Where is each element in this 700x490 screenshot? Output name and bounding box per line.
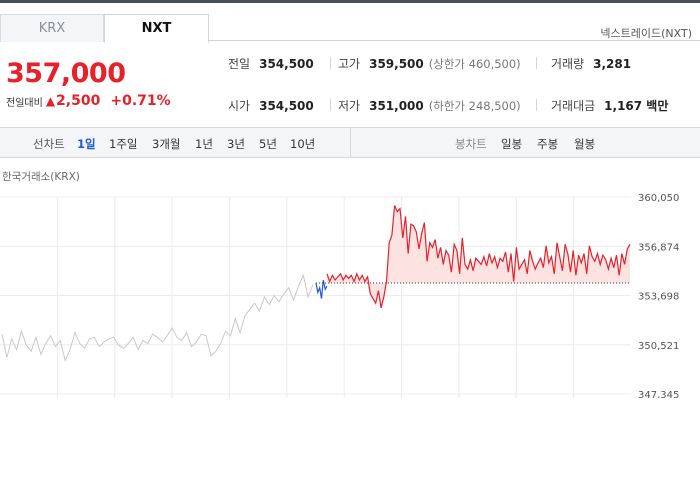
divider [536, 99, 537, 111]
metric-low: 저가 351,000 (하한가 248,500) [338, 97, 521, 114]
metric-label: 저가 [338, 99, 361, 113]
metric-prev-close: 전일 354,500 [228, 55, 314, 72]
y-axis-tick-label: 353,698 [638, 292, 679, 303]
period-1w[interactable]: 1주일 [109, 136, 137, 152]
change-amount: 2,500 [56, 93, 101, 109]
candle-weekly[interactable]: 주봉 [537, 136, 558, 152]
metric-high: 고가 359,500 (상한가 460,500) [338, 55, 521, 72]
divider [350, 128, 351, 157]
intraday-price-chart: 360,050 356,874 353,698 350,521 347,345 [0, 193, 679, 398]
tab-krx[interactable]: KRX [0, 14, 104, 42]
change-label: 전일대비 [6, 97, 43, 109]
metric-label: 전일 [228, 57, 251, 71]
metric-label: 거래량 [551, 57, 585, 71]
y-axis-tick-label: 356,874 [638, 242, 679, 253]
y-axis-tick-label: 350,521 [638, 341, 679, 352]
market-name: 넥스트레이드(NXT) [600, 27, 692, 40]
metric-label: 고가 [338, 57, 361, 71]
metric-amount: 거래대금 1,167 백만 [551, 97, 668, 114]
price-line-krx [1, 273, 314, 363]
metric-volume: 거래량 3,281 [551, 55, 631, 72]
change-percent: +0.71% [110, 93, 171, 109]
divider [330, 99, 331, 111]
lower-limit: (하한가 248,500) [428, 99, 521, 113]
y-axis-tick-label: 360,050 [638, 193, 679, 204]
metric-label: 시가 [228, 99, 251, 113]
metric-value: 354,500 [259, 57, 314, 71]
period-10y[interactable]: 10년 [290, 136, 315, 152]
price-change: 전일대비 ▲ 2,500 +0.71% [6, 93, 171, 109]
line-chart-title: 선차트 [33, 137, 65, 151]
chart-controls-bar: 선차트 1일 1주일 3개월 1년 3년 5년 10년 봉차트 일봉 주봉 월봉 [0, 127, 700, 158]
candle-monthly[interactable]: 월봉 [574, 136, 595, 152]
metric-value: 351,000 [369, 99, 424, 113]
divider [536, 57, 537, 69]
metric-value: 354,500 [259, 99, 314, 113]
candle-daily[interactable]: 일봉 [501, 136, 522, 152]
metric-value: 3,281 [593, 57, 632, 71]
metric-value: 359,500 [369, 57, 424, 71]
candle-chart-title: 봉차트 [455, 137, 487, 151]
tab-nxt[interactable]: NXT [104, 14, 209, 43]
market-tabs-bar: KRX NXT 넥스트레이드(NXT) [0, 3, 700, 43]
y-axis-tick-label: 347,345 [638, 390, 679, 398]
period-1y[interactable]: 1년 [195, 136, 213, 152]
divider [330, 57, 331, 69]
current-price: 357,000 [6, 58, 126, 89]
period-1d[interactable]: 1일 [77, 136, 96, 152]
metric-open: 시가 354,500 [228, 97, 314, 114]
up-triangle-icon: ▲ [45, 94, 56, 108]
period-3m[interactable]: 3개월 [152, 136, 180, 152]
period-3y[interactable]: 3년 [227, 136, 245, 152]
metric-label: 거래대금 [551, 99, 596, 113]
chart-source: 한국거래소(KRX) [2, 171, 80, 183]
upper-limit: (상한가 460,500) [428, 57, 521, 71]
metric-value: 1,167 백만 [604, 99, 669, 113]
period-5y[interactable]: 5년 [259, 136, 277, 152]
